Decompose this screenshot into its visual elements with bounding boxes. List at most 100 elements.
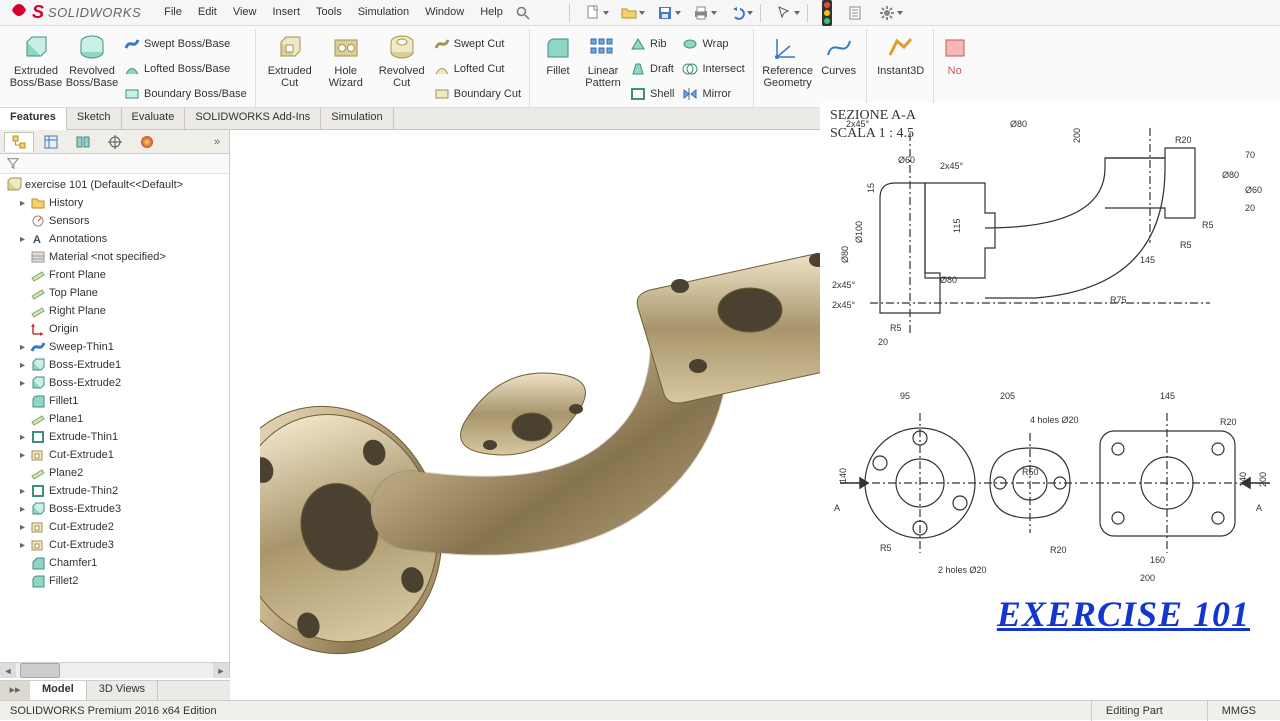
tab-model[interactable]: Model bbox=[30, 681, 87, 701]
revolved-boss-button[interactable]: Revolved Boss/Base bbox=[64, 29, 120, 89]
tree-item[interactable]: Sensors bbox=[16, 212, 229, 230]
tree-expander-icon[interactable]: ▸ bbox=[18, 540, 27, 551]
tree-item[interactable]: ▸Cut-Extrude3 bbox=[16, 536, 229, 554]
fm-filter-row[interactable] bbox=[0, 154, 229, 174]
draft-button[interactable]: Draft bbox=[626, 58, 678, 80]
tree-item[interactable]: ▸Cut-Extrude2 bbox=[16, 518, 229, 536]
menu-tools[interactable]: Tools bbox=[309, 2, 349, 24]
tree-expander-icon[interactable]: ▸ bbox=[18, 360, 27, 371]
tree-expander-icon[interactable]: ▸ bbox=[18, 450, 27, 461]
lofted-boss-button[interactable]: Lofted Boss/Base bbox=[120, 58, 251, 80]
tree-expander-icon[interactable]: ▸ bbox=[18, 378, 27, 389]
doc-props-button[interactable] bbox=[841, 2, 869, 24]
status-edition: SOLIDWORKS Premium 2016 x64 Edition bbox=[10, 705, 217, 717]
tree-item[interactable]: ▸Extrude-Thin2 bbox=[16, 482, 229, 500]
tree-item[interactable]: ▸Boss-Extrude2 bbox=[16, 374, 229, 392]
lofted-cut-button[interactable]: Lofted Cut bbox=[430, 58, 525, 80]
tree-item[interactable]: ▸AAnnotations bbox=[16, 230, 229, 248]
status-units[interactable]: MMGS bbox=[1207, 701, 1270, 721]
rebuild-button[interactable] bbox=[813, 2, 841, 24]
linear-pattern-button[interactable]: Linear Pattern bbox=[580, 29, 626, 89]
menu-insert[interactable]: Insert bbox=[266, 2, 308, 24]
svg-text:R20: R20 bbox=[1175, 135, 1192, 145]
tree-item[interactable]: Plane2 bbox=[16, 464, 229, 482]
swept-cut-button[interactable]: Swept Cut bbox=[430, 33, 525, 55]
tree-expander-icon[interactable]: ▸ bbox=[18, 198, 27, 209]
hole-wizard-button[interactable]: Hole Wizard bbox=[318, 29, 374, 89]
tree-expander-icon[interactable]: ▸ bbox=[18, 504, 27, 515]
fm-hscrollbar[interactable]: ◄► bbox=[0, 662, 229, 678]
fm-tab-config[interactable] bbox=[68, 132, 98, 152]
tab-evaluate[interactable]: Evaluate bbox=[122, 108, 186, 129]
save-button[interactable] bbox=[647, 2, 683, 24]
tree-item[interactable]: ▸Boss-Extrude1 bbox=[16, 356, 229, 374]
svg-text:2x45°: 2x45° bbox=[832, 280, 856, 290]
fm-tab-display[interactable] bbox=[132, 132, 162, 152]
boundary-cut-button[interactable]: Boundary Cut bbox=[430, 83, 525, 105]
instant3d-button[interactable]: Instant3D bbox=[873, 29, 929, 77]
tree-item[interactable]: Front Plane bbox=[16, 266, 229, 284]
tree-expander-icon[interactable]: ▸ bbox=[18, 342, 27, 353]
fm-tab-design-tree[interactable] bbox=[4, 132, 34, 152]
tab-simulation[interactable]: Simulation bbox=[321, 108, 393, 129]
tree-item[interactable]: ▸Extrude-Thin1 bbox=[16, 428, 229, 446]
tree-item[interactable]: Fillet1 bbox=[16, 392, 229, 410]
boundary-boss-button[interactable]: Boundary Boss/Base bbox=[120, 83, 251, 105]
tree-expander-icon[interactable]: ▸ bbox=[18, 432, 27, 443]
tree-expander-icon[interactable]: ▸ bbox=[18, 522, 27, 533]
menu-file[interactable]: File bbox=[157, 2, 189, 24]
tree-item[interactable]: Material <not specified> bbox=[16, 248, 229, 266]
fm-tab-dimxpert[interactable] bbox=[100, 132, 130, 152]
graphics-viewport[interactable]: SEZIONE A-A SCALA 1 : 4.5 bbox=[230, 130, 1280, 678]
menu-help[interactable]: Help bbox=[473, 2, 510, 24]
extruded-boss-button[interactable]: Extruded Boss/Base bbox=[8, 29, 64, 89]
tree-expander-icon[interactable]: ▸ bbox=[18, 234, 27, 245]
wrap-button[interactable]: Wrap bbox=[678, 33, 748, 55]
help-search-icon[interactable] bbox=[512, 2, 534, 24]
fillet-button[interactable]: Fillet bbox=[536, 29, 580, 77]
shell-button[interactable]: Shell bbox=[626, 83, 678, 105]
menu-edit[interactable]: Edit bbox=[191, 2, 224, 24]
open-doc-button[interactable] bbox=[611, 2, 647, 24]
tree-item[interactable]: Origin bbox=[16, 320, 229, 338]
curves-button[interactable]: Curves bbox=[816, 29, 862, 77]
intersect-button[interactable]: Intersect bbox=[678, 58, 748, 80]
tree-item[interactable]: ▸Boss-Extrude3 bbox=[16, 500, 229, 518]
tree-item[interactable]: ▸Cut-Extrude1 bbox=[16, 446, 229, 464]
tab-addins[interactable]: SOLIDWORKS Add-Ins bbox=[185, 108, 321, 129]
options-button[interactable] bbox=[869, 2, 905, 24]
new-doc-button[interactable] bbox=[575, 2, 611, 24]
tree-item[interactable]: Chamfer1 bbox=[16, 554, 229, 572]
tab-features[interactable]: Features bbox=[0, 108, 67, 130]
menu-view[interactable]: View bbox=[226, 2, 264, 24]
menu-window[interactable]: Window bbox=[418, 2, 471, 24]
extruded-cut-button[interactable]: Extruded Cut bbox=[262, 29, 318, 89]
tree-item[interactable]: Plane1 bbox=[16, 410, 229, 428]
tab-sketch[interactable]: Sketch bbox=[67, 108, 122, 129]
motion-study-handle[interactable]: ▸▸ bbox=[0, 681, 30, 700]
tree-item[interactable]: ▸History bbox=[16, 194, 229, 212]
fm-tab-property[interactable] bbox=[36, 132, 66, 152]
fm-tab-more[interactable]: » bbox=[209, 132, 225, 152]
feature-tree[interactable]: exercise 101 (Default<<Default> ▸History… bbox=[0, 174, 229, 662]
tree-root[interactable]: exercise 101 (Default<<Default> bbox=[4, 176, 229, 194]
tree-item[interactable]: Top Plane bbox=[16, 284, 229, 302]
status-bar: SOLIDWORKS Premium 2016 x64 Edition Edit… bbox=[0, 700, 1280, 720]
swept-boss-button[interactable]: Swept Boss/Base bbox=[120, 33, 251, 55]
undo-button[interactable] bbox=[719, 2, 755, 24]
tree-item[interactable]: ▸Sweep-Thin1 bbox=[16, 338, 229, 356]
mirror-button[interactable]: Mirror bbox=[678, 83, 748, 105]
revolved-cut-button[interactable]: Revolved Cut bbox=[374, 29, 430, 89]
tree-item[interactable]: Fillet2 bbox=[16, 572, 229, 590]
tree-item[interactable]: Right Plane bbox=[16, 302, 229, 320]
rib-button[interactable]: Rib bbox=[626, 33, 678, 55]
tree-expander-icon[interactable]: ▸ bbox=[18, 486, 27, 497]
ribbon-truncated[interactable]: No bbox=[940, 29, 970, 77]
feature-icon bbox=[30, 195, 46, 211]
tab-3dviews[interactable]: 3D Views bbox=[87, 681, 158, 700]
select-button[interactable] bbox=[766, 2, 802, 24]
reference-geometry-button[interactable]: Reference Geometry bbox=[760, 29, 816, 89]
menu-simulation[interactable]: Simulation bbox=[351, 2, 416, 24]
print-button[interactable] bbox=[683, 2, 719, 24]
feature-manager: » exercise 101 (Default<<Default> ▸Histo… bbox=[0, 130, 230, 678]
